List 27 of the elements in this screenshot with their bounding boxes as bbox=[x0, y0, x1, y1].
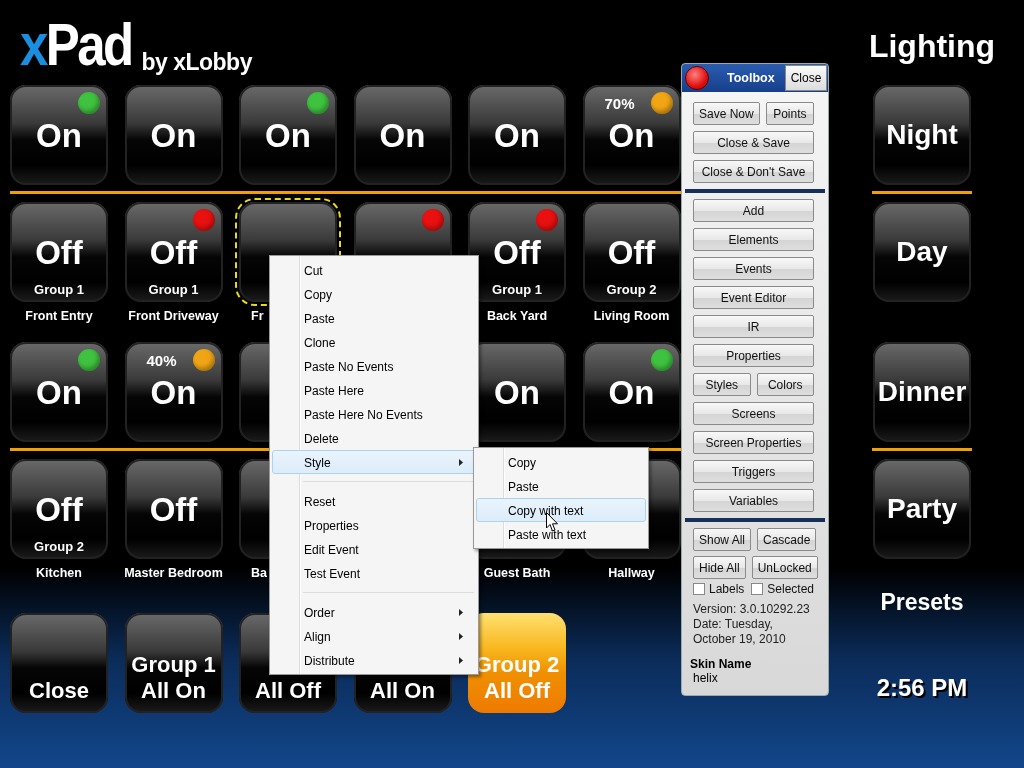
level-reading: 70% bbox=[604, 95, 635, 112]
room-label: Fr bbox=[251, 309, 264, 323]
room-label: Ba bbox=[251, 566, 267, 580]
room-label: Living Room bbox=[593, 309, 670, 323]
group-label: Group 1 bbox=[147, 282, 200, 297]
date-text: Date: Tuesday, October 19, 2010 bbox=[693, 617, 787, 647]
group-label: Group 1 bbox=[33, 282, 85, 297]
room-label: Front Driveway bbox=[128, 309, 219, 323]
version-text: Version: 3.0.10292.23 bbox=[693, 602, 811, 617]
room-label: Back Yard bbox=[486, 309, 548, 323]
room-label: Kitchen bbox=[36, 566, 82, 580]
room-label: Guest Bath bbox=[483, 566, 551, 580]
group-label: Group 1 bbox=[491, 282, 543, 297]
panel-title: Lighting bbox=[868, 28, 996, 66]
group-label: Group 2 bbox=[605, 282, 658, 297]
skin-name: helix bbox=[693, 671, 719, 685]
room-label: Master Bedroom bbox=[124, 566, 223, 580]
clock-time: 2:56 PM bbox=[876, 674, 968, 702]
room-label: Hallway bbox=[608, 566, 655, 580]
presets-label: Presets bbox=[880, 589, 964, 616]
toolbox-title: Toolbox bbox=[727, 71, 776, 85]
skin-name-label: Skin Name bbox=[690, 657, 753, 671]
room-label: Front Entry bbox=[25, 309, 93, 323]
logo-byline: by xLobby bbox=[141, 49, 252, 75]
level-reading: 40% bbox=[146, 352, 177, 369]
group-label: Group 2 bbox=[33, 539, 85, 554]
logo: xPad bbox=[20, 15, 132, 75]
